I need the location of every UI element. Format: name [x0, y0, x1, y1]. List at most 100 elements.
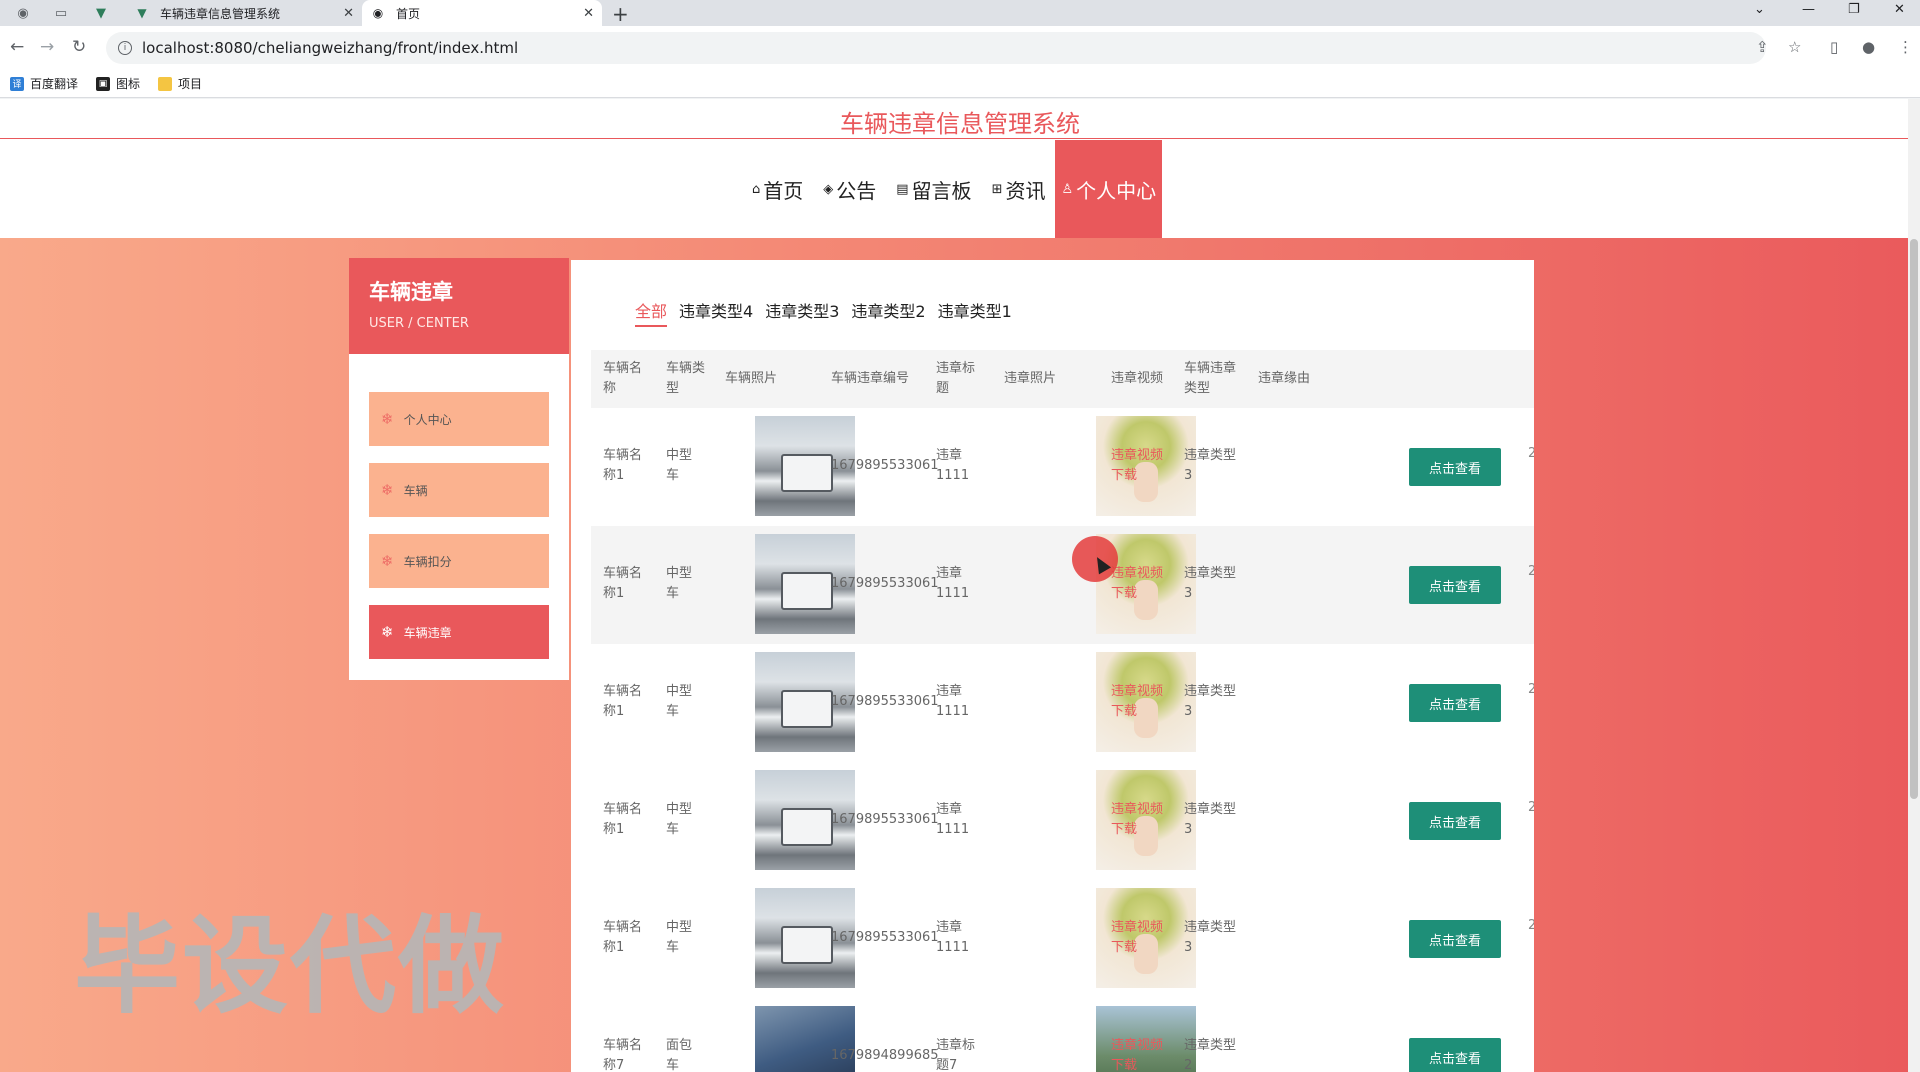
nav-messageboard[interactable]: ▤ 留言板: [886, 140, 981, 238]
nav-news[interactable]: ⊞ 资讯: [982, 140, 1056, 238]
sidebar-item-deduction[interactable]: ❄ 车辆扣分: [369, 534, 549, 588]
table-row[interactable]: 车辆名称1 中型车 1679895533061 违章1111 违章视频下载 违章…: [591, 880, 1534, 998]
chevron-down-icon[interactable]: ⌄: [1754, 2, 1765, 17]
header-cell: 车辆违章编号: [831, 371, 910, 386]
window-close-icon[interactable]: ✕: [1894, 2, 1905, 17]
sidebar-item-label: 车辆扣分: [403, 554, 452, 569]
back-arrow-icon[interactable]: ←: [10, 37, 24, 57]
cell-violation-type: 违章类型3: [1184, 566, 1237, 601]
snowflake-icon: ❄: [381, 410, 394, 428]
blank-tab-icon[interactable]: ▭: [46, 3, 76, 23]
profile-icon[interactable]: ●: [1862, 38, 1875, 56]
cell-violation-type: 违章类型2: [1184, 1038, 1237, 1072]
cell-name: 车辆名称1: [603, 920, 643, 955]
layers-icon: ◈: [823, 181, 834, 197]
filter-type4[interactable]: 违章类型4: [679, 298, 753, 327]
main-nav: ⌂ 首页 ◈ 公告 ▤ 留言板 ⊞ 资讯 ♙ 个人中心: [0, 140, 1920, 238]
share-icon[interactable]: ⇪: [1756, 38, 1769, 56]
view-button[interactable]: 点击查看: [1409, 448, 1501, 486]
info-icon[interactable]: i: [118, 41, 132, 55]
table-row[interactable]: 车辆名称1 中型车 1679895533061 违章1111 违章视频下载 违章…: [591, 526, 1534, 644]
site-title: 车辆违章信息管理系统: [840, 110, 1080, 138]
reload-icon[interactable]: ↻: [72, 37, 86, 57]
filter-type2[interactable]: 违章类型2: [851, 298, 925, 327]
nav-notice[interactable]: ◈ 公告: [813, 140, 886, 238]
star-icon[interactable]: ☆: [1788, 38, 1801, 56]
nav-user-center[interactable]: ♙ 个人中心: [1055, 140, 1163, 238]
site-header: 车辆违章信息管理系统: [0, 99, 1920, 139]
table-row[interactable]: 车辆名称1 中型车 1679895533061 违章1111 违章视频下载 违章…: [591, 408, 1534, 526]
video-download-link[interactable]: 违章视频下载: [1111, 446, 1163, 486]
nav-label: 留言板: [911, 178, 972, 203]
cell-violation-type: 违章类型3: [1184, 684, 1237, 719]
bookmark-item[interactable]: 译 百度翻译: [10, 75, 78, 92]
cell-type: 中型车: [666, 920, 693, 955]
video-download-link[interactable]: 违章视频下载: [1111, 918, 1163, 958]
user-icon: ♙: [1061, 181, 1074, 197]
cell-type: 面包车: [666, 1038, 693, 1072]
new-tab-icon[interactable]: +: [612, 2, 629, 26]
table-row[interactable]: 车辆名称1 中型车 1679895533061 违章1111 违章视频下载 违章…: [591, 644, 1534, 762]
cell-title: 违章1111: [936, 802, 970, 837]
sidepanel-icon[interactable]: ▯: [1830, 38, 1838, 56]
video-download-link[interactable]: 违章视频下载: [1111, 682, 1163, 722]
globe-icon: ◉: [372, 6, 384, 20]
snowflake-icon: ❄: [381, 552, 394, 570]
bookmark-label: 项目: [178, 77, 203, 91]
sidebar-item-violation[interactable]: ❄ 车辆违章: [369, 605, 549, 659]
view-button[interactable]: 点击查看: [1409, 920, 1501, 958]
close-icon[interactable]: ✕: [583, 6, 594, 21]
page-scrollbar[interactable]: [1908, 99, 1920, 1072]
filter-tabs: 全部 违章类型4 违章类型3 违章类型2 违章类型1: [635, 298, 1024, 327]
truncated-cell: 2: [1528, 918, 1534, 933]
scroll-thumb[interactable]: [1910, 239, 1918, 799]
bookmark-label: 图标: [116, 77, 141, 91]
nav-label: 首页: [763, 178, 804, 203]
restore-icon[interactable]: ❐: [1848, 2, 1860, 17]
vue-tab-icon[interactable]: ▼: [86, 3, 116, 23]
truncated-cell: 2: [1528, 446, 1534, 461]
menu-dots-icon[interactable]: ⋮: [1898, 38, 1913, 56]
video-download-link[interactable]: 违章视频下载: [1111, 1036, 1163, 1072]
content-panel: 全部 违章类型4 违章类型3 违章类型2 违章类型1 车辆名称 车辆类型 车辆照…: [571, 260, 1534, 1072]
view-button[interactable]: 点击查看: [1409, 566, 1501, 604]
view-button[interactable]: 点击查看: [1409, 1038, 1501, 1072]
filter-type1[interactable]: 违章类型1: [938, 298, 1012, 327]
cell-code: 1679895533061: [831, 694, 939, 709]
tab-home[interactable]: ◉ 首页 ✕: [362, 0, 602, 26]
table-header: 车辆名称 车辆类型 车辆照片 车辆违章编号 违章标题 违章照片 违章视频 车辆违…: [591, 350, 1534, 408]
cell-violation-type: 违章类型3: [1184, 802, 1237, 837]
filter-all[interactable]: 全部: [635, 298, 668, 327]
view-button[interactable]: 点击查看: [1409, 802, 1501, 840]
bookmark-item[interactable]: 项目: [158, 75, 202, 92]
sidebar-item-user-center[interactable]: ❄ 个人中心: [369, 392, 549, 446]
video-download-link[interactable]: 违章视频下载: [1111, 800, 1163, 840]
tab-system[interactable]: ▼ 车辆违章信息管理系统 ✕: [126, 0, 362, 26]
message-icon: ▤: [896, 181, 909, 197]
close-icon[interactable]: ✕: [343, 6, 354, 21]
forward-arrow-icon[interactable]: →: [40, 37, 54, 57]
globe-icon[interactable]: ◉: [8, 3, 38, 23]
header-cell: 违章缘由: [1258, 371, 1311, 386]
url-text: localhost:8080/cheliangweizhang/front/in…: [142, 39, 519, 57]
url-field[interactable]: i localhost:8080/cheliangweizhang/front/…: [106, 32, 1766, 64]
cell-name: 车辆名称1: [603, 684, 643, 719]
header-cell: 违章标题: [936, 361, 976, 396]
view-button[interactable]: 点击查看: [1409, 684, 1501, 722]
snowflake-icon: ❄: [381, 623, 394, 641]
cell-type: 中型车: [666, 566, 693, 601]
sidebar-item-vehicle[interactable]: ❄ 车辆: [369, 463, 549, 517]
table-row[interactable]: 车辆名称7 面包车 1679894899685 违章标题7 违章视频下载 违章类…: [591, 998, 1534, 1072]
snowflake-icon: ❄: [381, 481, 394, 499]
table-row[interactable]: 车辆名称1 中型车 1679895533061 违章1111 违章视频下载 违章…: [591, 762, 1534, 880]
nav-home[interactable]: ⌂ 首页: [742, 140, 813, 238]
sidebar: 车辆违章 USER / CENTER ❄ 个人中心 ❄ 车辆 ❄ 车辆扣分 ❄ …: [349, 258, 569, 680]
minimize-icon[interactable]: —: [1802, 2, 1815, 17]
bookmark-item[interactable]: ▣ 图标: [96, 75, 140, 92]
nav-label: 个人中心: [1076, 178, 1157, 203]
header-cell: 车辆照片: [725, 371, 778, 386]
video-download-link[interactable]: 违章视频下载: [1111, 564, 1163, 604]
cell-title: 违章1111: [936, 920, 970, 955]
filter-type3[interactable]: 违章类型3: [765, 298, 839, 327]
address-bar: ← → ↻ i localhost:8080/cheliangweizhang/…: [0, 26, 1920, 70]
